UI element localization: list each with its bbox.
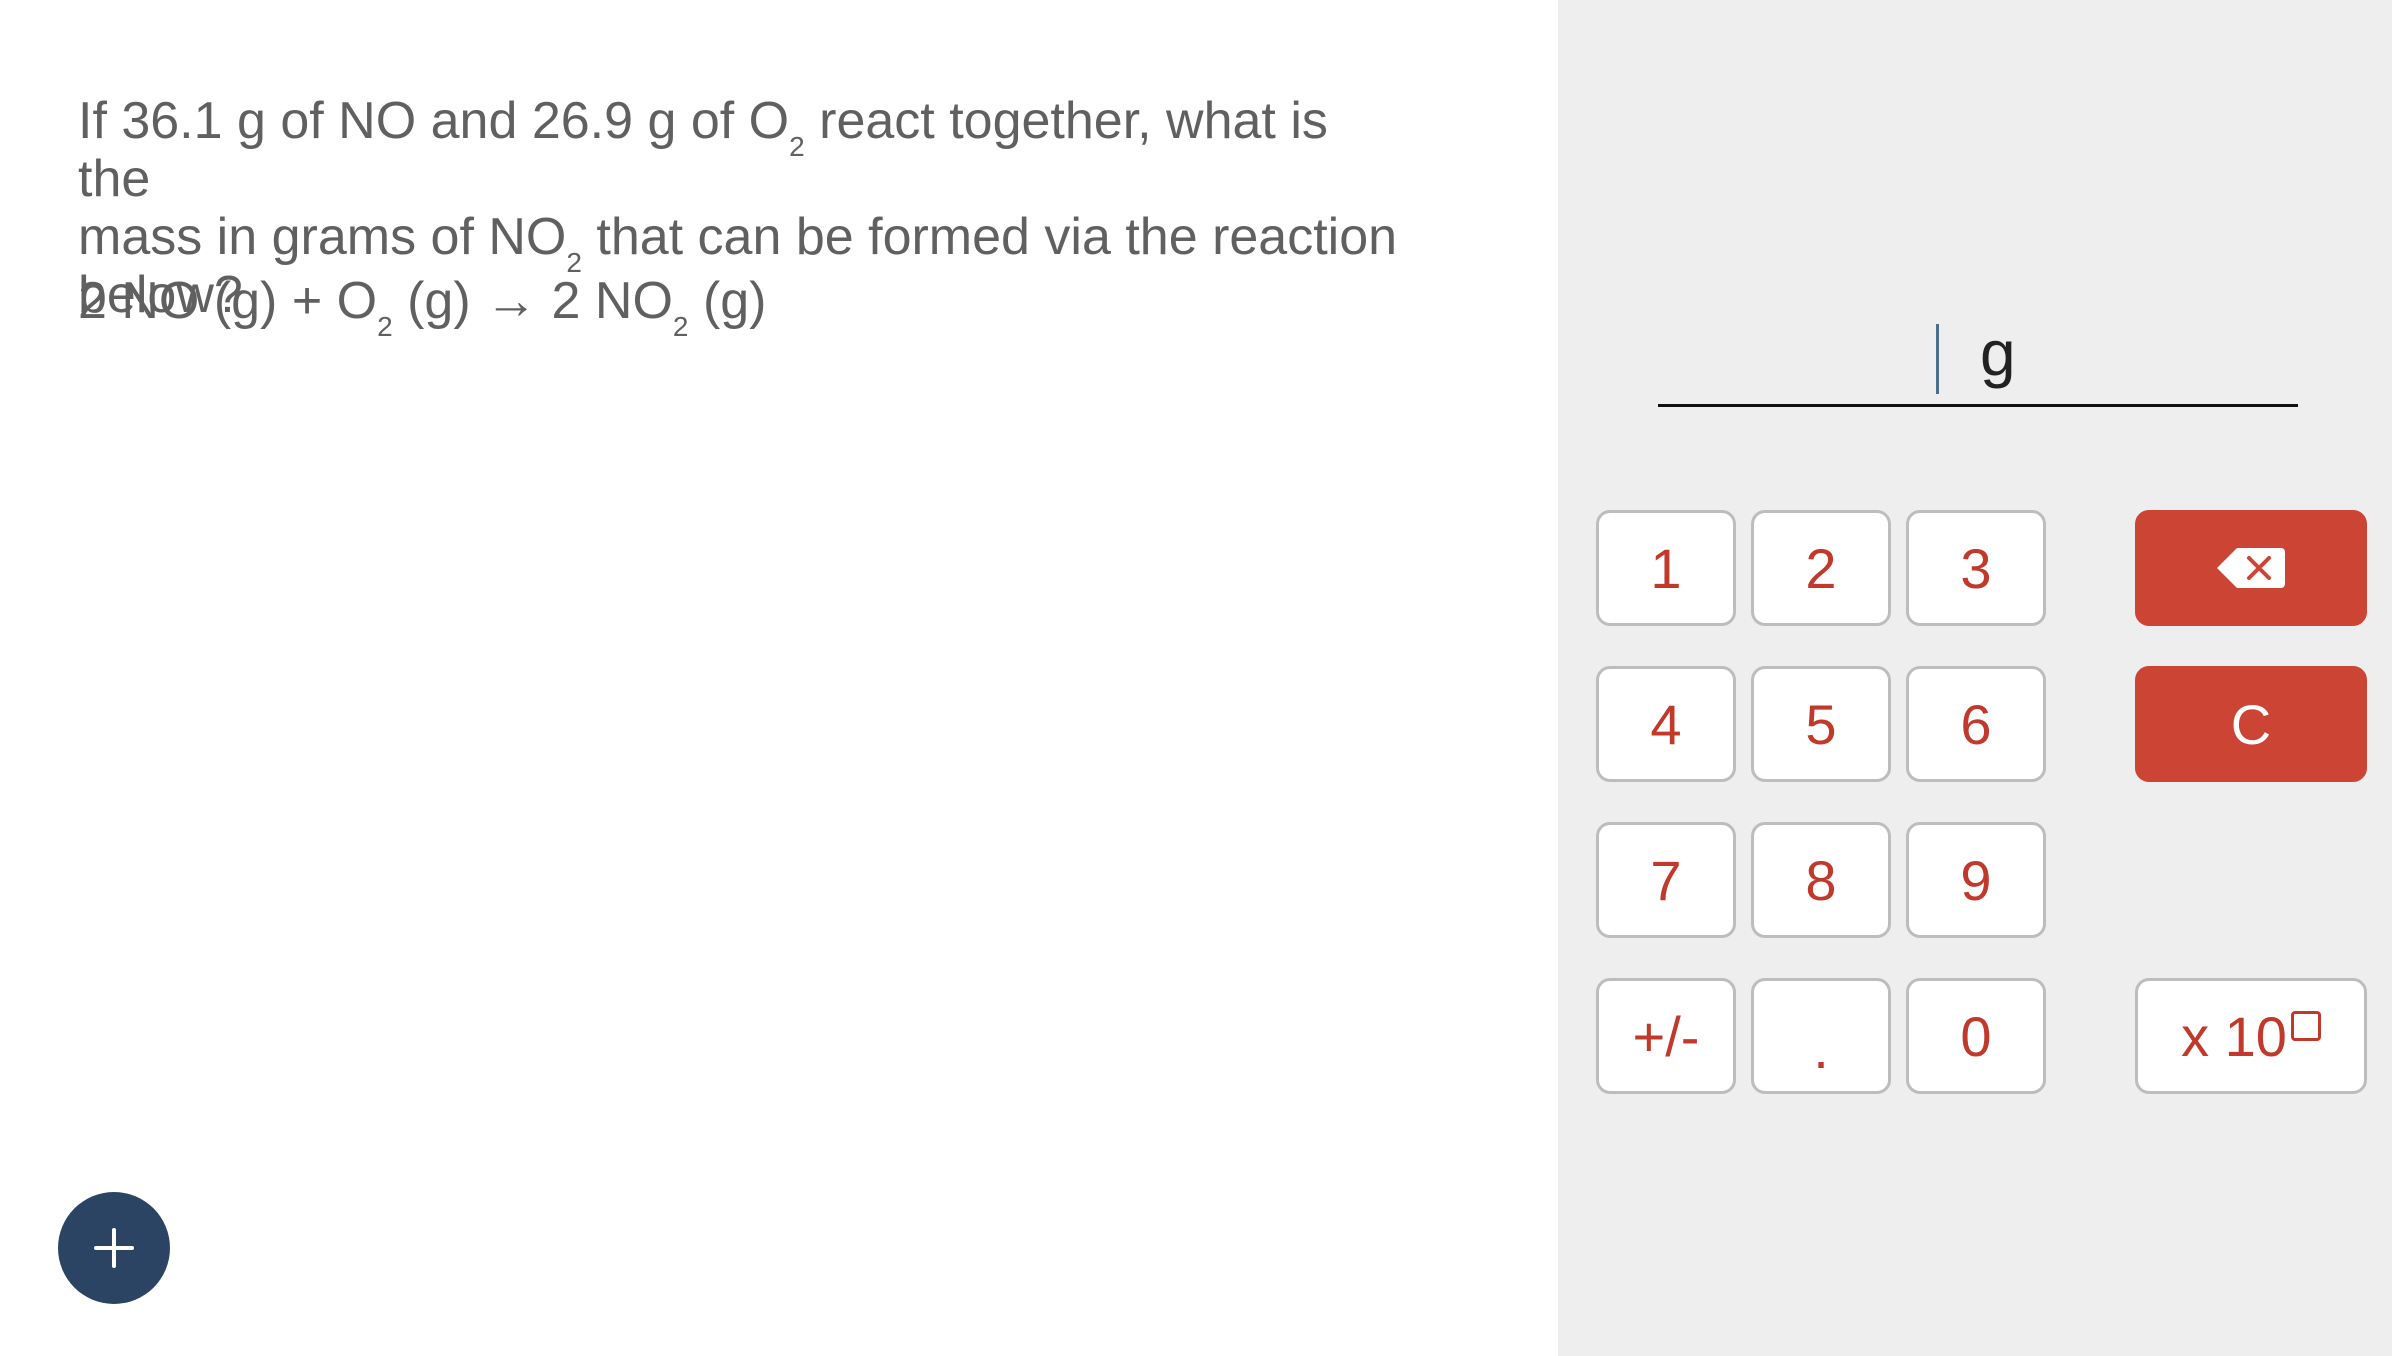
equation-part: (g) → 2 NO bbox=[392, 272, 673, 330]
key-label: 9 bbox=[1960, 848, 1992, 912]
clear-button[interactable]: C bbox=[2135, 666, 2367, 782]
scientific-notation-button[interactable]: x 10 bbox=[2135, 978, 2367, 1094]
app: If 36.1 g of NO and 26.9 g of O2 react t… bbox=[0, 0, 2392, 1356]
answer-input[interactable]: g bbox=[1658, 310, 2298, 407]
key-4[interactable]: 4 bbox=[1596, 666, 1736, 782]
key-9[interactable]: 9 bbox=[1906, 822, 2046, 938]
add-button[interactable] bbox=[58, 1192, 170, 1304]
equation-part: (g) bbox=[688, 272, 767, 330]
subscript: 2 bbox=[377, 311, 393, 342]
plus-icon bbox=[94, 1228, 134, 1268]
key-0[interactable]: 0 bbox=[1906, 978, 2046, 1094]
sign-toggle-button[interactable]: +/- bbox=[1596, 978, 1736, 1094]
key-label: . bbox=[1813, 1016, 1829, 1080]
equation-part: 2 NO (g) + O bbox=[78, 272, 378, 330]
text-cursor bbox=[1936, 324, 1939, 394]
key-label: 7 bbox=[1650, 848, 1682, 912]
square-icon bbox=[2290, 1011, 2321, 1041]
key-label: x 10 bbox=[2181, 1004, 2287, 1068]
key-label: +/- bbox=[1632, 1004, 1700, 1068]
key-label: 4 bbox=[1650, 692, 1682, 756]
subscript: 2 bbox=[672, 311, 689, 342]
key-7[interactable]: 7 bbox=[1596, 822, 1736, 938]
key-label: 0 bbox=[1960, 1004, 1992, 1068]
question-line2-end: that can be formed via the reaction bbox=[581, 208, 1398, 266]
key-label: 1 bbox=[1650, 536, 1682, 600]
key-label: C bbox=[2230, 692, 2272, 756]
question-line1-start: If 36.1 g of NO and 26.9 g of O bbox=[78, 92, 790, 150]
key-1[interactable]: 1 bbox=[1596, 510, 1736, 626]
subscript: 2 bbox=[789, 131, 805, 162]
key-5[interactable]: 5 bbox=[1751, 666, 1891, 782]
key-8[interactable]: 8 bbox=[1751, 822, 1891, 938]
key-label: 3 bbox=[1960, 536, 1992, 600]
decimal-button[interactable]: . bbox=[1751, 978, 1891, 1094]
key-label: 2 bbox=[1805, 536, 1837, 600]
key-3[interactable]: 3 bbox=[1906, 510, 2046, 626]
question-pane: If 36.1 g of NO and 26.9 g of O2 react t… bbox=[0, 0, 1558, 1356]
question-line2-start: mass in grams of NO bbox=[78, 208, 567, 266]
key-label: 6 bbox=[1960, 692, 1992, 756]
key-2[interactable]: 2 bbox=[1751, 510, 1891, 626]
backspace-icon bbox=[2217, 548, 2285, 588]
key-label: 5 bbox=[1805, 692, 1837, 756]
reaction-equation: 2 NO (g) + O2 (g) → 2 NO2 (g) bbox=[78, 272, 767, 341]
answer-unit: g bbox=[1980, 317, 2016, 389]
key-label: 8 bbox=[1805, 848, 1837, 912]
backspace-button[interactable] bbox=[2135, 510, 2367, 626]
key-6[interactable]: 6 bbox=[1906, 666, 2046, 782]
